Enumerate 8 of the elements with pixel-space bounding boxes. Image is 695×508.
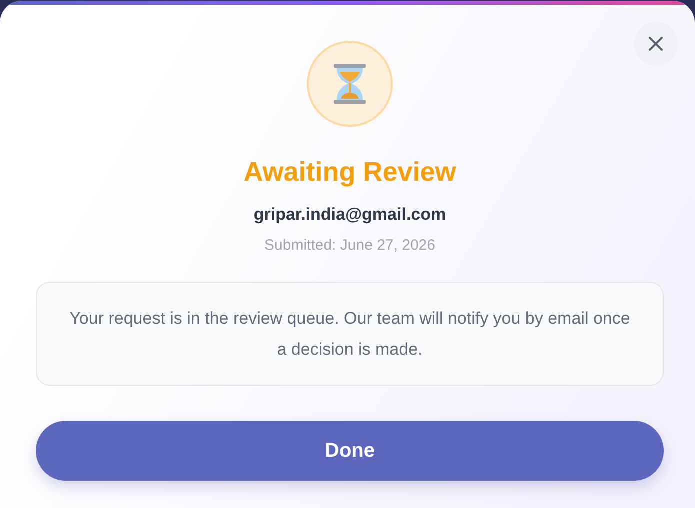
- dialog-title: Awaiting Review: [244, 156, 456, 189]
- email-address: gripar.india@gmail.com: [254, 204, 446, 226]
- info-message: Your request is in the review queue. Our team will notify you by email once a decision is made.: [36, 282, 664, 386]
- close-icon: [649, 37, 663, 51]
- close-button[interactable]: [634, 22, 678, 66]
- done-button[interactable]: Done: [36, 421, 664, 481]
- submitted-date: Submitted: June 27, 2026: [264, 236, 436, 256]
- hourglass-icon: [333, 64, 367, 104]
